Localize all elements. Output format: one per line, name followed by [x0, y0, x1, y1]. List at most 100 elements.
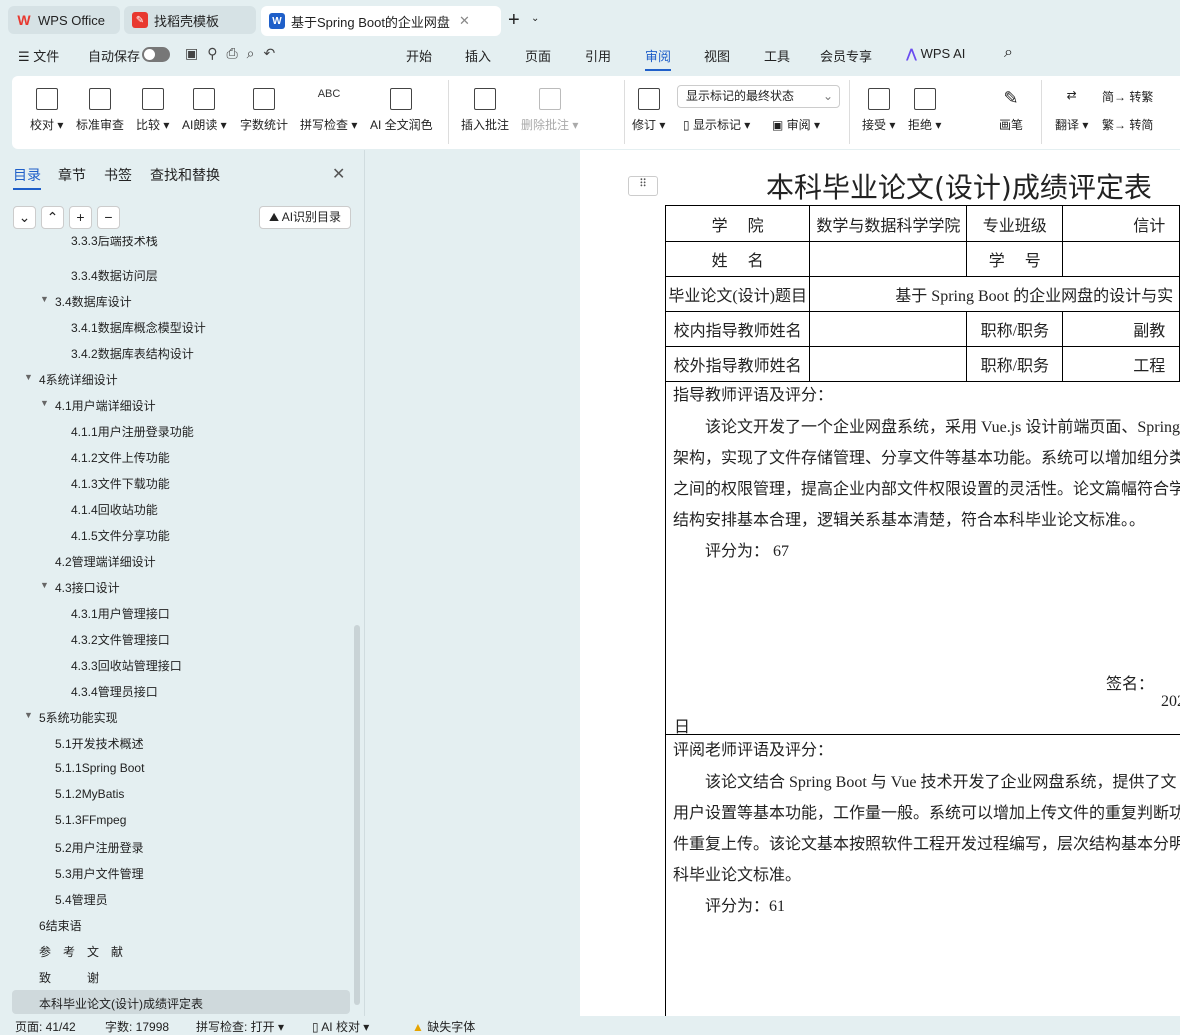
tab-toc[interactable]: 目录 — [13, 165, 41, 190]
toc-item[interactable]: 5.3用户文件管理 — [0, 860, 352, 884]
toc-item[interactable]: 4.1.2文件上传功能 — [0, 444, 352, 468]
toc-item[interactable]: ▼ 4系统详细设计 — [0, 366, 352, 390]
menu-member[interactable]: 会员专享 — [820, 46, 872, 65]
markup-mode-select[interactable]: 显示标记的最终状态 ⌄ — [677, 85, 840, 108]
chevron-down-icon[interactable]: ⌄ — [531, 13, 539, 24]
toc-item[interactable]: 5.1开发技术概述 — [0, 730, 352, 754]
toc-item-label: 4.2管理端详细设计 — [55, 555, 156, 569]
table-handle-icon[interactable]: ⠿ — [628, 176, 658, 196]
tab-wps-office[interactable]: W WPS Office — [8, 6, 120, 34]
toc-item[interactable]: 4.3.4管理员接口 — [0, 678, 352, 702]
tab-bookmarks[interactable]: 书签 — [104, 165, 132, 185]
toc-item-label: 致 谢 — [39, 971, 100, 985]
ribbon: 校对 ▾ 标准审查 比较 ▾ AI朗读 ▾ 字数统计 ABC 拼写检查 ▾ AI … — [12, 76, 1180, 149]
toc-item[interactable]: 4.3.1用户管理接口 — [0, 600, 352, 624]
tab-templates[interactable]: ✎ 找稻壳模板 — [124, 6, 256, 34]
toc-item-label: 3.4数据库设计 — [55, 295, 132, 309]
tab-find-replace[interactable]: 查找和替换 — [150, 165, 220, 185]
toc-item[interactable]: 4.1.3文件下载功能 — [0, 470, 352, 494]
expand-triangle-icon[interactable]: ▼ — [40, 294, 49, 304]
menu-references[interactable]: 引用 — [585, 46, 611, 65]
ai-icon: ⛰ — [268, 210, 280, 224]
quick-access-icons[interactable]: ▣⚲⎙⌕↶ — [185, 45, 284, 62]
wps-ai-button[interactable]: ⋀ WPS AI — [906, 46, 965, 62]
spell-status[interactable]: 拼写检查: 打开 ▾ — [196, 1018, 284, 1035]
revise-button[interactable]: 修订 ▾ — [632, 88, 665, 133]
expand-triangle-icon[interactable]: ▼ — [24, 710, 33, 720]
ai-read-button[interactable]: AI朗读 ▾ — [182, 88, 227, 133]
toc-item[interactable]: 3.4.2数据库表结构设计 — [0, 340, 352, 364]
toc-item[interactable]: ▼ 4.1用户端详细设计 — [0, 392, 352, 416]
toc-item[interactable]: 参 考 文 献 — [0, 938, 352, 962]
remove-level-button[interactable]: − — [97, 206, 120, 229]
review-pane-button[interactable]: ▣ 审阅 ▾ — [772, 116, 820, 133]
toc-item-label: 5.1.3FFmpeg — [55, 813, 127, 827]
warning-icon: ▲ — [412, 1020, 424, 1034]
toc-item[interactable]: 5.2用户注册登录 — [0, 834, 352, 858]
expand-triangle-icon[interactable]: ▼ — [40, 580, 49, 590]
show-markup-button[interactable]: ▯ 显示标记 ▾ — [683, 116, 750, 133]
menu-review[interactable]: 审阅 — [645, 46, 672, 71]
autosave-label: 自动保存 — [88, 49, 141, 64]
tab-document[interactable]: W 基于Spring Boot的企业网盘 ✕ — [261, 6, 501, 36]
to-simplified-button[interactable]: 繁→ 转简 — [1102, 116, 1153, 133]
toc-item[interactable]: 4.3.3回收站管理接口 — [0, 652, 352, 676]
toc-item[interactable]: 5.1.1Spring Boot — [0, 756, 352, 780]
toc-item[interactable]: 4.1.4回收站功能 — [0, 496, 352, 520]
toc-item[interactable]: 5.1.3FFmpeg — [0, 808, 352, 832]
word-count-button[interactable]: 字数统计 — [240, 88, 288, 133]
toc-item[interactable]: 4.2管理端详细设计 — [0, 548, 352, 572]
toc-item[interactable]: 本科毕业论文(设计)成绩评定表 — [12, 990, 350, 1014]
menu-insert[interactable]: 插入 — [465, 46, 491, 65]
delete-comment-button[interactable]: 删除批注 ▾ — [521, 88, 578, 133]
toc-scrollbar[interactable] — [354, 625, 360, 1005]
word-count[interactable]: 字数: 17998 — [105, 1018, 169, 1035]
toc-item[interactable]: ▼ 3.4数据库设计 — [0, 288, 352, 312]
close-icon[interactable]: ✕ — [459, 13, 470, 29]
add-level-button[interactable]: + — [69, 206, 92, 229]
toc-item[interactable]: 致 谢 — [0, 964, 352, 988]
new-tab-button[interactable]: + — [508, 9, 520, 32]
expand-triangle-icon[interactable]: ▼ — [40, 398, 49, 408]
toc-item[interactable]: 4.1.1用户注册登录功能 — [0, 418, 352, 442]
search-icon[interactable]: ⌕ — [1004, 44, 1013, 62]
toc-item[interactable]: 3.3.3后端技术栈 — [0, 236, 352, 260]
pen-button[interactable]: ✎ 画笔 — [999, 88, 1023, 133]
toc-item[interactable]: 5.4管理员 — [0, 886, 352, 910]
spell-check-button[interactable]: ABC 拼写检查 ▾ — [300, 88, 357, 133]
toc-item[interactable]: 5.1.2MyBatis — [0, 782, 352, 806]
page-indicator[interactable]: 页面: 41/42 — [15, 1018, 76, 1035]
proof-button[interactable]: 校对 ▾ — [30, 88, 63, 133]
accept-button[interactable]: 接受 ▾ — [862, 88, 895, 133]
toc-item[interactable]: 3.4.1数据库概念模型设计 — [0, 314, 352, 338]
reject-button[interactable]: 拒绝 ▾ — [908, 88, 941, 133]
reviewer-comment-cell: 评阅老师评语及评分： 该论文结合 Spring Boot 与 Vue 技术开发了… — [665, 735, 1180, 1016]
toc-item[interactable]: 4.1.5文件分享功能 — [0, 522, 352, 546]
file-menu[interactable]: ☰ 文件 — [18, 46, 59, 65]
toc-item-label: 4.1.2文件上传功能 — [71, 451, 170, 465]
menu-page[interactable]: 页面 — [525, 46, 551, 65]
translate-button[interactable]: ⇄ 翻译 ▾ — [1055, 88, 1088, 133]
missing-font-status[interactable]: ▲ 缺失字体 — [412, 1018, 475, 1035]
ai-toc-button[interactable]: ⛰ AI识别目录 — [259, 206, 351, 229]
toc-item[interactable]: ▼ 4.3接口设计 — [0, 574, 352, 598]
to-traditional-button[interactable]: 简→ 转繁 — [1102, 88, 1153, 105]
toc-item[interactable]: 6结束语 — [0, 912, 352, 936]
standard-review-button[interactable]: 标准审查 — [76, 88, 124, 133]
expand-triangle-icon[interactable]: ▼ — [24, 372, 33, 382]
tab-sections[interactable]: 章节 — [58, 165, 86, 185]
menu-start[interactable]: 开始 — [406, 46, 432, 65]
insert-comment-button[interactable]: 插入批注 — [461, 88, 509, 133]
close-pane-icon[interactable]: ✕ — [332, 164, 345, 184]
compare-button[interactable]: 比较 ▾ — [136, 88, 169, 133]
ai-polish-button[interactable]: AI 全文润色 — [370, 88, 433, 133]
expand-all-button[interactable]: ⌄ — [13, 206, 36, 229]
toc-item[interactable]: 3.3.4数据访问层 — [0, 262, 352, 286]
autosave-toggle[interactable] — [142, 47, 170, 62]
collapse-button[interactable]: ⌃ — [41, 206, 64, 229]
toc-item[interactable]: ▼ 5系统功能实现 — [0, 704, 352, 728]
menu-view[interactable]: 视图 — [704, 46, 730, 65]
ai-proof-status[interactable]: ▯ AI 校对 ▾ — [312, 1018, 369, 1035]
toc-item[interactable]: 4.3.2文件管理接口 — [0, 626, 352, 650]
menu-tools[interactable]: 工具 — [764, 46, 790, 65]
